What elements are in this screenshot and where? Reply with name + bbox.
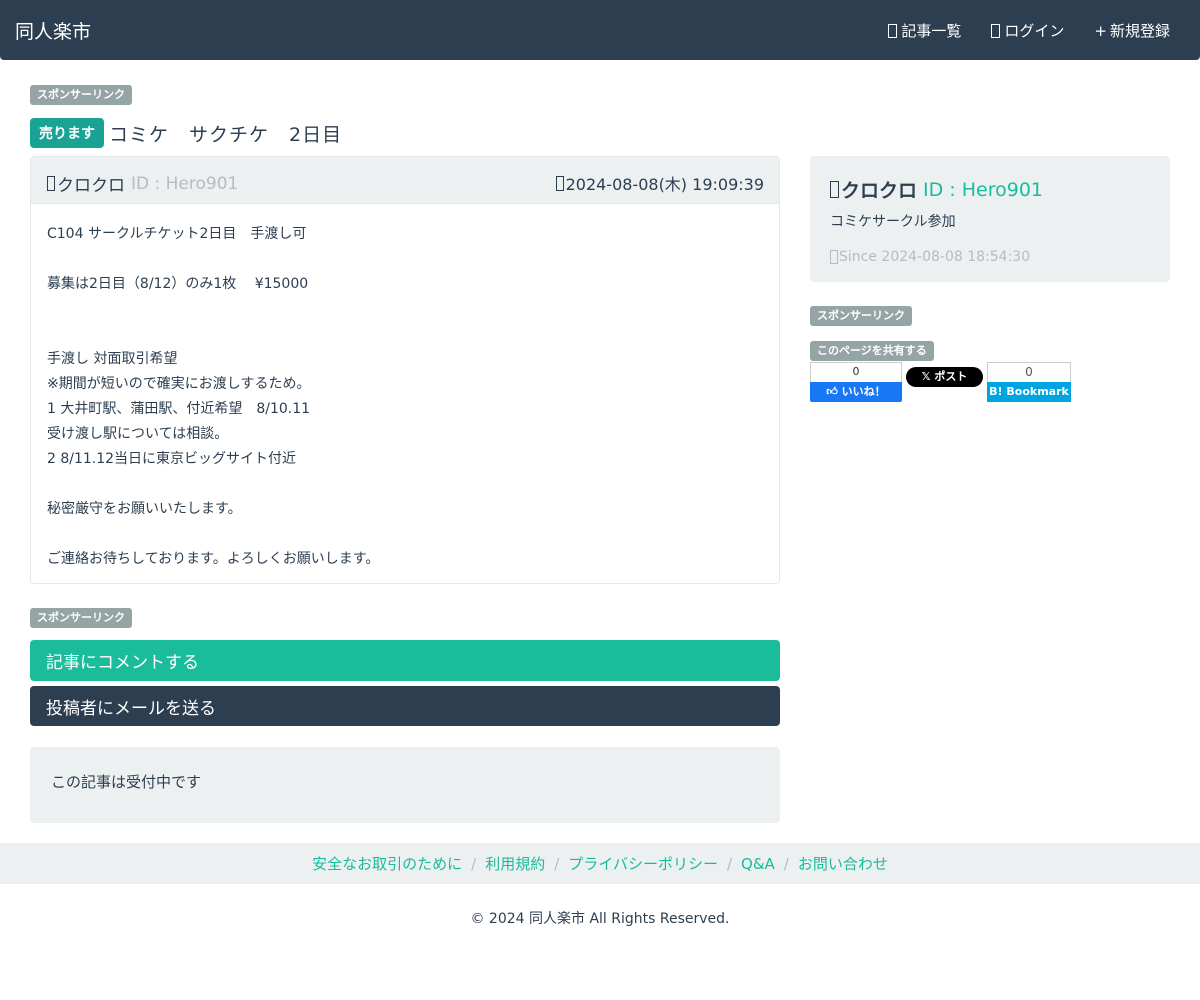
post-body: C104 サークルチケット2日目 手渡し可 募集は2日目（8/12）のみ1枚 ¥… xyxy=(31,204,779,590)
post-author[interactable]: クロクロ ID : Hero901 xyxy=(47,171,238,196)
footer-link-safe-trading[interactable]: 安全なお取引のために xyxy=(312,853,462,874)
author-id: ID : Hero901 xyxy=(131,173,239,194)
post-card-header: クロクロ ID : Hero901 2024-08-08(木) 19:09:39 xyxy=(31,157,779,204)
post-body-line: 受け渡し駅については相談。 xyxy=(47,426,229,442)
profile-description: コミケサークル参加 xyxy=(830,214,956,230)
footer-link-terms[interactable]: 利用規約 xyxy=(485,853,545,874)
profile-since: Since 2024-08-08 18:54:30 xyxy=(830,249,1150,265)
post-title-row: 売ります コミケ サクチケ 2日目 xyxy=(30,118,342,148)
plus-icon: + xyxy=(1094,21,1107,40)
post-body-line: ご連絡お待ちしております。よろしくお願いします。 xyxy=(47,551,380,567)
copyright: © 2024 同人楽市 All Rights Reserved. xyxy=(470,911,730,927)
footer-link-privacy[interactable]: プライバシーポリシー xyxy=(568,853,718,874)
profile-name[interactable]: クロクロ ID : Hero901 xyxy=(830,176,1150,203)
footer-link-faq[interactable]: Q&A xyxy=(741,855,775,873)
footer-separator: / xyxy=(471,854,477,873)
sell-badge: 売ります xyxy=(30,118,104,148)
footer-separator: / xyxy=(726,854,733,873)
sponsor-badge: スポンサーリンク xyxy=(30,608,132,628)
facebook-like-button[interactable]: 0 👍︎ いいね！ xyxy=(810,362,902,402)
facebook-like-label: 👍︎ いいね！ xyxy=(810,382,902,402)
hatena-bookmark-button[interactable]: 0 B! Bookmark xyxy=(987,362,1071,402)
footer-link-contact[interactable]: お問い合わせ xyxy=(798,853,888,874)
x-logo-icon: 𝕏 xyxy=(921,370,931,383)
user-icon xyxy=(47,176,55,191)
nav-link-article-list[interactable]: 記事一覧 xyxy=(888,20,961,41)
hatena-bookmark-count: 0 xyxy=(987,362,1071,382)
post-title: コミケ サクチケ 2日目 xyxy=(109,123,343,146)
post-date-text: 2024-08-08(木) 19:09:39 xyxy=(565,175,764,194)
post-body-line xyxy=(47,247,763,272)
post-body-line xyxy=(47,472,763,497)
user-icon xyxy=(830,181,839,198)
hatena-b-icon: B! xyxy=(989,385,1003,398)
facebook-like-count: 0 xyxy=(810,362,902,382)
footer-separator: / xyxy=(783,854,789,873)
send-mail-button[interactable]: 投稿者にメールを送る xyxy=(30,686,780,726)
post-body-line xyxy=(47,522,763,547)
clock-icon xyxy=(555,175,564,191)
hatena-bookmark-label: B! Bookmark xyxy=(987,382,1071,402)
nav-links: 記事一覧 ログイン + 新規登録 xyxy=(858,20,1170,41)
post-body-line: 2 8/11.12当日に東京ビッグサイト付近 xyxy=(47,451,297,467)
hatena-bookmark-text: Bookmark xyxy=(1006,385,1069,398)
site-brand-link[interactable]: 同人楽市 xyxy=(15,17,91,44)
thumbs-up-icon: 👍︎ xyxy=(826,385,838,398)
status-box: この記事は受付中です xyxy=(30,747,780,823)
post-body-line xyxy=(47,322,763,347)
author-name: クロクロ xyxy=(57,176,125,196)
nav-link-label: 新規登録 xyxy=(1109,22,1170,40)
footer-nav: 安全なお取引のために / 利用規約 / プライバシーポリシー / Q&A / お… xyxy=(0,843,1200,884)
post-body-line xyxy=(47,297,763,322)
clock-icon xyxy=(830,250,838,264)
profile-panel: クロクロ ID : Hero901 コミケサークル参加 Since 2024-0… xyxy=(810,156,1170,282)
footer-separator: / xyxy=(554,854,560,873)
nav-link-label: ログイン xyxy=(1004,22,1065,40)
post-body-line: ※期間が短いので確実にお渡しするため。 xyxy=(47,376,311,392)
post-body-line: 1 大井町駅、蒲田駅、付近希望 8/10.11 xyxy=(47,401,311,417)
post-card: クロクロ ID : Hero901 2024-08-08(木) 19:09:39… xyxy=(30,156,780,584)
post-body-line: C104 サークルチケット2日目 手渡し可 xyxy=(47,226,307,242)
list-icon xyxy=(888,23,898,38)
facebook-like-text: いいね！ xyxy=(841,385,886,398)
profile-since-text: Since 2024-08-08 18:54:30 xyxy=(839,249,1031,265)
profile-name-text: クロクロ xyxy=(841,180,918,202)
post-body-line: 募集は2日目（8/12）のみ1枚 ¥15000 xyxy=(47,276,309,292)
nav-link-login[interactable]: ログイン xyxy=(991,20,1064,41)
nav-link-label: 記事一覧 xyxy=(901,22,962,40)
profile-id: ID : Hero901 xyxy=(923,178,1043,201)
post-date: 2024-08-08(木) 19:09:39 xyxy=(555,171,764,195)
login-icon xyxy=(991,23,1001,38)
sponsor-badge: スポンサーリンク xyxy=(810,306,912,326)
comment-button[interactable]: 記事にコメントする xyxy=(30,640,780,681)
status-text: この記事は受付中です xyxy=(51,773,202,791)
share-badge: このページを共有する xyxy=(810,341,934,361)
post-body-line: 秘密厳守をお願いいたします。 xyxy=(47,501,242,517)
x-post-button[interactable]: 𝕏 ポスト xyxy=(906,367,983,387)
nav-link-register[interactable]: + 新規登録 xyxy=(1094,20,1170,41)
post-body-line: 手渡し 対面取引希望 xyxy=(47,351,178,367)
sponsor-badge: スポンサーリンク xyxy=(30,85,132,105)
x-post-label: ポスト xyxy=(934,370,968,383)
top-navbar: 同人楽市 記事一覧 ログイン + 新規登録 xyxy=(0,0,1200,60)
